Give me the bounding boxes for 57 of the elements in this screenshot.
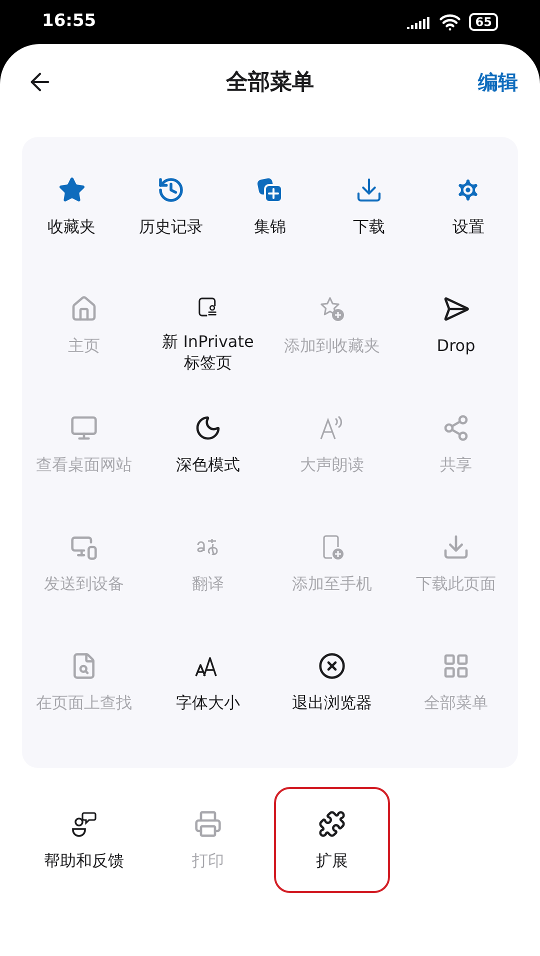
item-label: 共享 (439, 454, 473, 475)
item-label: 退出浏览器 (291, 692, 373, 713)
item-label: 翻译 (191, 573, 225, 594)
item-label: 在页面上查找 (35, 692, 133, 713)
menu-item[interactable]: 新 InPrivate 标签页 (146, 256, 270, 375)
menu-item[interactable]: 字体大小 (146, 613, 270, 732)
item-label: 打印 (191, 850, 225, 871)
send-icon (442, 295, 470, 323)
star-icon (58, 176, 86, 204)
menu-item[interactable]: 收藏夹 (22, 137, 122, 256)
home-icon (70, 295, 98, 323)
download-icon (442, 533, 470, 561)
clock: 16:55 (42, 10, 96, 34)
grid-icon (442, 652, 470, 680)
item-label: 扩展 (315, 850, 349, 871)
printer-icon (194, 810, 222, 838)
menu-item[interactable]: 帮助和反馈 (26, 787, 142, 893)
item-label: 深色模式 (175, 454, 241, 475)
item-label: 帮助和反馈 (43, 850, 125, 871)
menu-item[interactable]: 深色模式 (146, 375, 270, 494)
share-icon (442, 414, 470, 442)
menu-item[interactable]: 退出浏览器 (270, 613, 394, 732)
item-label: 添加至手机 (291, 573, 373, 594)
item-label: 查看桌面网站 (35, 454, 133, 475)
item-label: 下载此页面 (415, 573, 497, 594)
item-label: 添加到收藏夹 (283, 335, 381, 356)
item-label: 新 InPrivate 标签页 (161, 331, 255, 373)
item-label: 主页 (67, 335, 101, 356)
menu-item[interactable]: 设置 (418, 137, 518, 256)
item-label: 下载 (352, 216, 386, 237)
download-icon (355, 176, 384, 204)
star-plus-icon (318, 295, 346, 323)
menu-item[interactable]: 集锦 (220, 137, 320, 256)
monitor-icon (70, 414, 98, 442)
item-label: 集锦 (252, 216, 287, 237)
item-label: 字体大小 (175, 692, 241, 713)
item-label: 历史记录 (138, 216, 204, 237)
history-icon (156, 176, 185, 204)
menu-item[interactable]: 历史记录 (121, 137, 220, 256)
moon-icon (194, 414, 222, 442)
item-label: 设置 (451, 216, 486, 237)
item-label: 大声朗读 (299, 454, 365, 475)
menu-item[interactable]: 扩展 (274, 787, 390, 893)
feedback-icon (70, 810, 98, 838)
item-label: 收藏夹 (46, 216, 97, 237)
puzzle-icon (318, 810, 346, 838)
close-circle-icon (318, 652, 346, 680)
collections-icon (256, 176, 284, 204)
menu-item[interactable]: 下载 (320, 137, 419, 256)
edit-button[interactable]: 编辑 (478, 67, 518, 97)
menu-item[interactable]: Drop (394, 256, 518, 375)
item-label: 发送到设备 (43, 573, 125, 594)
battery-indicator: 65 (469, 13, 498, 31)
page-title: 全部菜单 (226, 68, 314, 96)
item-label: Drop (436, 335, 476, 356)
item-label: 全部菜单 (423, 692, 489, 713)
signal-icon (407, 15, 432, 29)
